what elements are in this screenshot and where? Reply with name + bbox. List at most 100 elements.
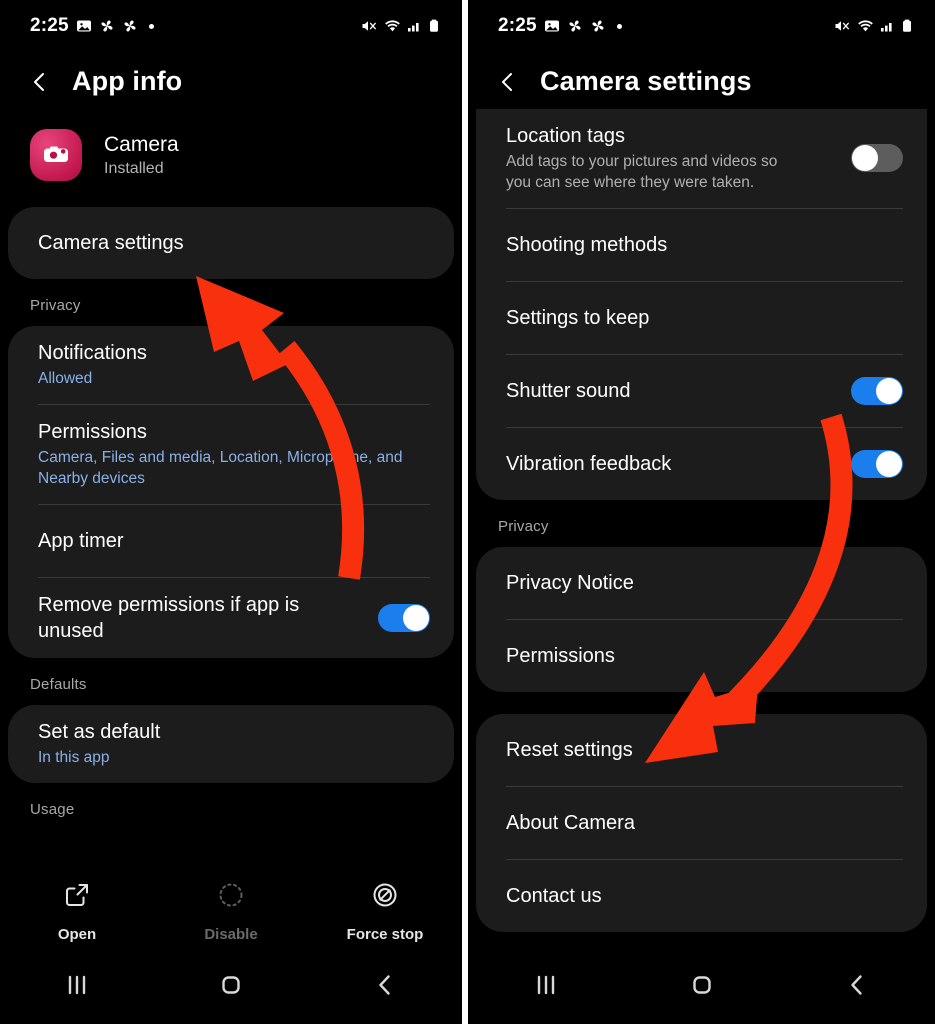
page-title: Camera settings — [540, 66, 752, 96]
row-title: Remove permissions if app is unused — [38, 593, 300, 642]
toggle-knob — [852, 145, 878, 172]
row-shutter-sound[interactable]: Shutter sound — [476, 355, 927, 427]
row-title: App timer — [38, 529, 124, 552]
row-contact-us[interactable]: Contact us — [476, 860, 927, 932]
row-camera-settings[interactable]: Camera settings — [8, 207, 454, 279]
row-title: Location tags — [506, 125, 625, 147]
app-header: Camera Installed — [0, 123, 462, 207]
toggle-remove-permissions[interactable] — [378, 603, 430, 632]
privacy-card: Privacy Notice Permissions — [476, 546, 927, 692]
page-title: App info — [72, 66, 183, 96]
row-texts: Shutter sound — [506, 364, 837, 418]
left-nav-bar — [0, 950, 462, 1024]
status-time: 2:25 — [30, 15, 69, 36]
back-chevron-icon[interactable] — [28, 70, 52, 94]
action-label: Open — [57, 925, 97, 943]
toggle-vibration-feedback[interactable] — [851, 449, 903, 478]
row-remove-permissions[interactable]: Remove permissions if app is unused — [8, 578, 454, 658]
home-button[interactable] — [624, 970, 780, 1005]
toggle-location-tags[interactable] — [851, 144, 903, 173]
camera-app-icon — [30, 129, 82, 181]
home-button[interactable] — [154, 970, 308, 1005]
right-nav-bar — [468, 950, 935, 1024]
status-bar: 2:25 — [468, 0, 935, 52]
toggle-shutter-sound[interactable] — [851, 376, 903, 405]
back-chevron-icon[interactable] — [496, 70, 520, 94]
home-square-icon — [216, 970, 246, 1005]
row-notifications[interactable]: Notifications Allowed — [8, 326, 454, 404]
row-permissions[interactable]: Permissions Camera, Files and media, Loc… — [8, 405, 454, 504]
reset-about-card: Reset settings About Camera Contact us — [476, 713, 927, 932]
action-label: Force stop — [346, 925, 424, 943]
row-subtitle: Camera, Files and media, Location, Micro… — [38, 448, 403, 487]
row-texts: Vibration feedback — [506, 437, 837, 491]
action-label: Disable — [204, 925, 258, 943]
row-set-as-default[interactable]: Set as default In this app — [8, 705, 454, 783]
row-title: Camera settings — [38, 232, 184, 254]
row-texts: Camera settings — [38, 216, 430, 270]
recents-button[interactable] — [468, 972, 624, 1003]
disable-dashed-circle-icon — [216, 880, 246, 915]
action-force-stop[interactable]: Force stop — [308, 880, 462, 943]
recents-button[interactable] — [0, 972, 154, 1003]
action-open[interactable]: Open — [0, 880, 154, 943]
row-texts: Permissions Camera, Files and media, Loc… — [38, 405, 430, 504]
row-texts: Remove permissions if app is unused — [38, 578, 364, 658]
row-shooting-methods[interactable]: Shooting methods — [476, 209, 927, 281]
row-title: Settings to keep — [506, 306, 650, 329]
status-bar: 2:25 — [0, 0, 462, 52]
row-title: Reset settings — [506, 738, 633, 761]
row-permissions[interactable]: Permissions — [476, 620, 927, 692]
status-bar-left: 2:25 — [498, 15, 622, 37]
privacy-card: Notifications Allowed Permissions Camera… — [8, 326, 454, 658]
status-bar-left: 2:25 — [30, 15, 154, 37]
home-square-icon — [687, 970, 717, 1005]
row-title: Shooting methods — [506, 233, 668, 256]
row-reset-settings[interactable]: Reset settings — [476, 714, 927, 786]
app-install-status: Installed — [104, 160, 164, 178]
section-label-defaults: Defaults — [30, 675, 87, 693]
toggle-knob — [876, 450, 902, 477]
row-subtitle: Add tags to your pictures and videos so … — [506, 153, 778, 191]
row-location-tags[interactable]: Location tags Add tags to your pictures … — [476, 109, 927, 208]
status-bar-right — [834, 18, 913, 34]
pinwheel-icon — [122, 18, 138, 34]
row-privacy-notice[interactable]: Privacy Notice — [476, 547, 927, 619]
toggle-knob — [403, 604, 429, 631]
section-label-usage: Usage — [30, 800, 75, 818]
toggle-knob — [876, 377, 902, 404]
row-texts: Permissions — [506, 629, 903, 683]
defaults-card: Set as default In this app — [8, 704, 454, 783]
camera-general-card: Location tags Add tags to your pictures … — [476, 109, 927, 500]
back-chevron-icon — [842, 970, 872, 1005]
camera-settings-card: Camera settings — [8, 207, 454, 279]
row-title: Permissions — [38, 420, 147, 443]
photo-icon — [544, 18, 560, 34]
row-subtitle: Allowed — [38, 370, 93, 387]
row-texts: Shooting methods — [506, 218, 903, 272]
app-name: Camera — [104, 132, 179, 156]
photo-icon — [76, 18, 92, 34]
back-button[interactable] — [779, 970, 935, 1005]
row-texts: Location tags Add tags to your pictures … — [506, 109, 837, 208]
row-texts: About Camera — [506, 796, 903, 850]
row-texts: App timer — [38, 514, 430, 568]
app-meta: Camera Installed — [104, 132, 179, 178]
wifi-icon — [857, 18, 874, 34]
wifi-icon — [384, 18, 401, 34]
row-settings-to-keep[interactable]: Settings to keep — [476, 282, 927, 354]
row-texts: Contact us — [506, 869, 903, 923]
row-vibration-feedback[interactable]: Vibration feedback — [476, 428, 927, 500]
signal-icon — [880, 18, 895, 34]
row-title: Shutter sound — [506, 379, 631, 402]
row-about-camera[interactable]: About Camera — [476, 787, 927, 859]
back-button[interactable] — [308, 970, 462, 1005]
recents-bars-icon — [529, 972, 563, 1003]
screenshot-root: 2:25 App info Camera Installed Camera se… — [0, 0, 935, 1024]
row-texts: Notifications Allowed — [38, 326, 430, 404]
row-app-timer[interactable]: App timer — [8, 505, 454, 577]
row-title: Notifications — [38, 342, 147, 364]
app-action-bar: Open Disable Force stop — [0, 872, 462, 950]
pinwheel-icon — [99, 18, 115, 34]
mute-icon — [361, 18, 378, 34]
